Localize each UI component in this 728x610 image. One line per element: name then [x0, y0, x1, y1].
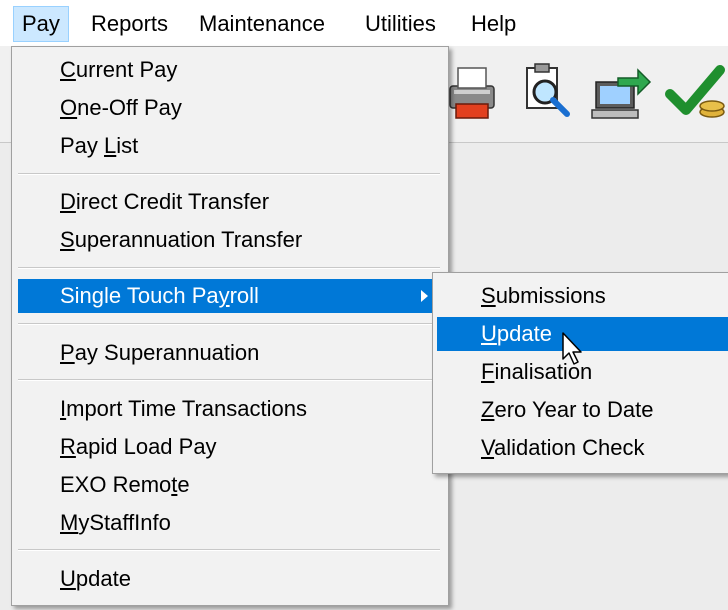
pay-menu: Current Pay One-Off Pay Pay List Direct …	[11, 46, 449, 606]
export-computer-icon[interactable]	[588, 60, 652, 124]
menu-item-label: Validation Check	[481, 435, 645, 460]
menu-item-rapid-load-pay[interactable]: Rapid Load Pay	[12, 430, 448, 464]
menu-item-pay-list[interactable]: Pay List	[12, 129, 448, 163]
menu-item-label: Update	[60, 566, 131, 591]
menu-item-superannuation-transfer[interactable]: Superannuation Transfer	[12, 223, 448, 257]
menu-item-current-pay[interactable]: Current Pay	[12, 53, 448, 87]
menu-item-import-time-transactions[interactable]: Import Time Transactions	[12, 392, 448, 426]
menu-utilities[interactable]: Utilities	[357, 6, 444, 42]
menu-item-label: Rapid Load Pay	[60, 434, 217, 459]
mouse-pointer-icon	[562, 332, 582, 365]
menu-item-mystaffinfo[interactable]: MyStaffInfo	[12, 506, 448, 540]
menu-item-update[interactable]: Update	[12, 562, 448, 596]
menu-help[interactable]: Help	[463, 6, 524, 42]
menu-item-label: One-Off Pay	[60, 95, 182, 120]
menu-item-exo-remote[interactable]: EXO Remote	[12, 468, 448, 502]
menu-item-label: MyStaffInfo	[60, 510, 171, 535]
menu-item-direct-credit-transfer[interactable]: Direct Credit Transfer	[12, 185, 448, 219]
menu-item-one-off-pay[interactable]: One-Off Pay	[12, 91, 448, 125]
menu-item-label: Pay List	[60, 133, 139, 158]
submenu-item-zero-year-to-date[interactable]: Zero Year to Date	[433, 393, 728, 427]
menu-item-pay-superannuation[interactable]: Pay Superannuation	[12, 336, 448, 370]
menu-bar: Pay Reports Maintenance Utilities Help	[0, 0, 728, 46]
submenu-item-submissions[interactable]: Submissions	[433, 279, 728, 313]
menu-reports[interactable]: Reports	[83, 6, 176, 42]
menu-separator	[18, 267, 440, 269]
menu-separator	[18, 173, 440, 175]
approve-payment-icon[interactable]	[664, 60, 728, 124]
menu-separator	[18, 549, 440, 551]
menu-item-label: Superannuation Transfer	[60, 227, 303, 252]
menu-item-label: EXO Remote	[60, 472, 190, 497]
menu-item-single-touch-payroll[interactable]: Single Touch Payroll	[18, 279, 442, 313]
menu-item-label: Direct Credit Transfer	[60, 189, 270, 214]
menu-separator	[18, 323, 440, 325]
menu-item-label: Update	[481, 321, 552, 346]
preview-magnifier-icon[interactable]	[515, 60, 579, 124]
menu-item-label: Submissions	[481, 283, 606, 308]
stp-submenu: Submissions Update Finalisation Zero Yea…	[432, 272, 728, 474]
menu-item-label: Zero Year to Date	[481, 397, 654, 422]
menu-item-label: Pay Superannuation	[60, 340, 260, 365]
menu-item-label: Current Pay	[60, 57, 178, 82]
submenu-item-validation-check[interactable]: Validation Check	[433, 431, 728, 465]
menu-maintenance[interactable]: Maintenance	[191, 6, 333, 42]
submenu-arrow-icon	[421, 290, 428, 302]
menu-pay[interactable]: Pay	[13, 6, 69, 42]
menu-separator	[18, 379, 440, 381]
menu-item-label: Import Time Transactions	[60, 396, 307, 421]
menu-item-label: Single Touch Payroll	[60, 283, 259, 308]
printer-icon[interactable]	[440, 60, 504, 124]
